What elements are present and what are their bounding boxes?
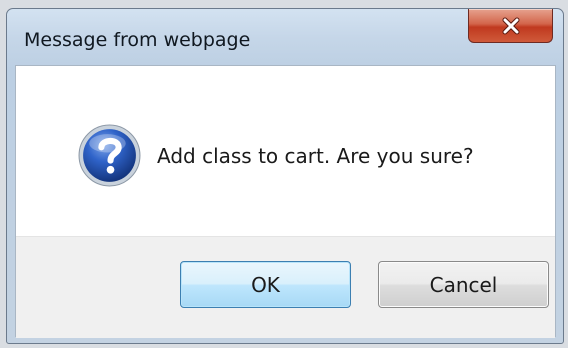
ok-button[interactable]: OK [180,261,351,308]
cancel-button[interactable]: Cancel [378,261,549,308]
question-icon [78,124,141,187]
dialog-title: Message from webpage [24,29,251,51]
button-area: OK Cancel [16,236,555,338]
close-button[interactable] [468,9,553,43]
close-icon [502,17,519,34]
dialog-message: Add class to cart. Are you sure? [157,144,474,168]
dialog-titlebar[interactable]: Message from webpage [7,9,563,65]
dialog-body: Add class to cart. Are you sure? OK Canc… [15,65,556,338]
message-dialog: Message from webpage Add class to cart. … [6,8,564,344]
message-area: Add class to cart. Are you sure? [16,66,555,236]
